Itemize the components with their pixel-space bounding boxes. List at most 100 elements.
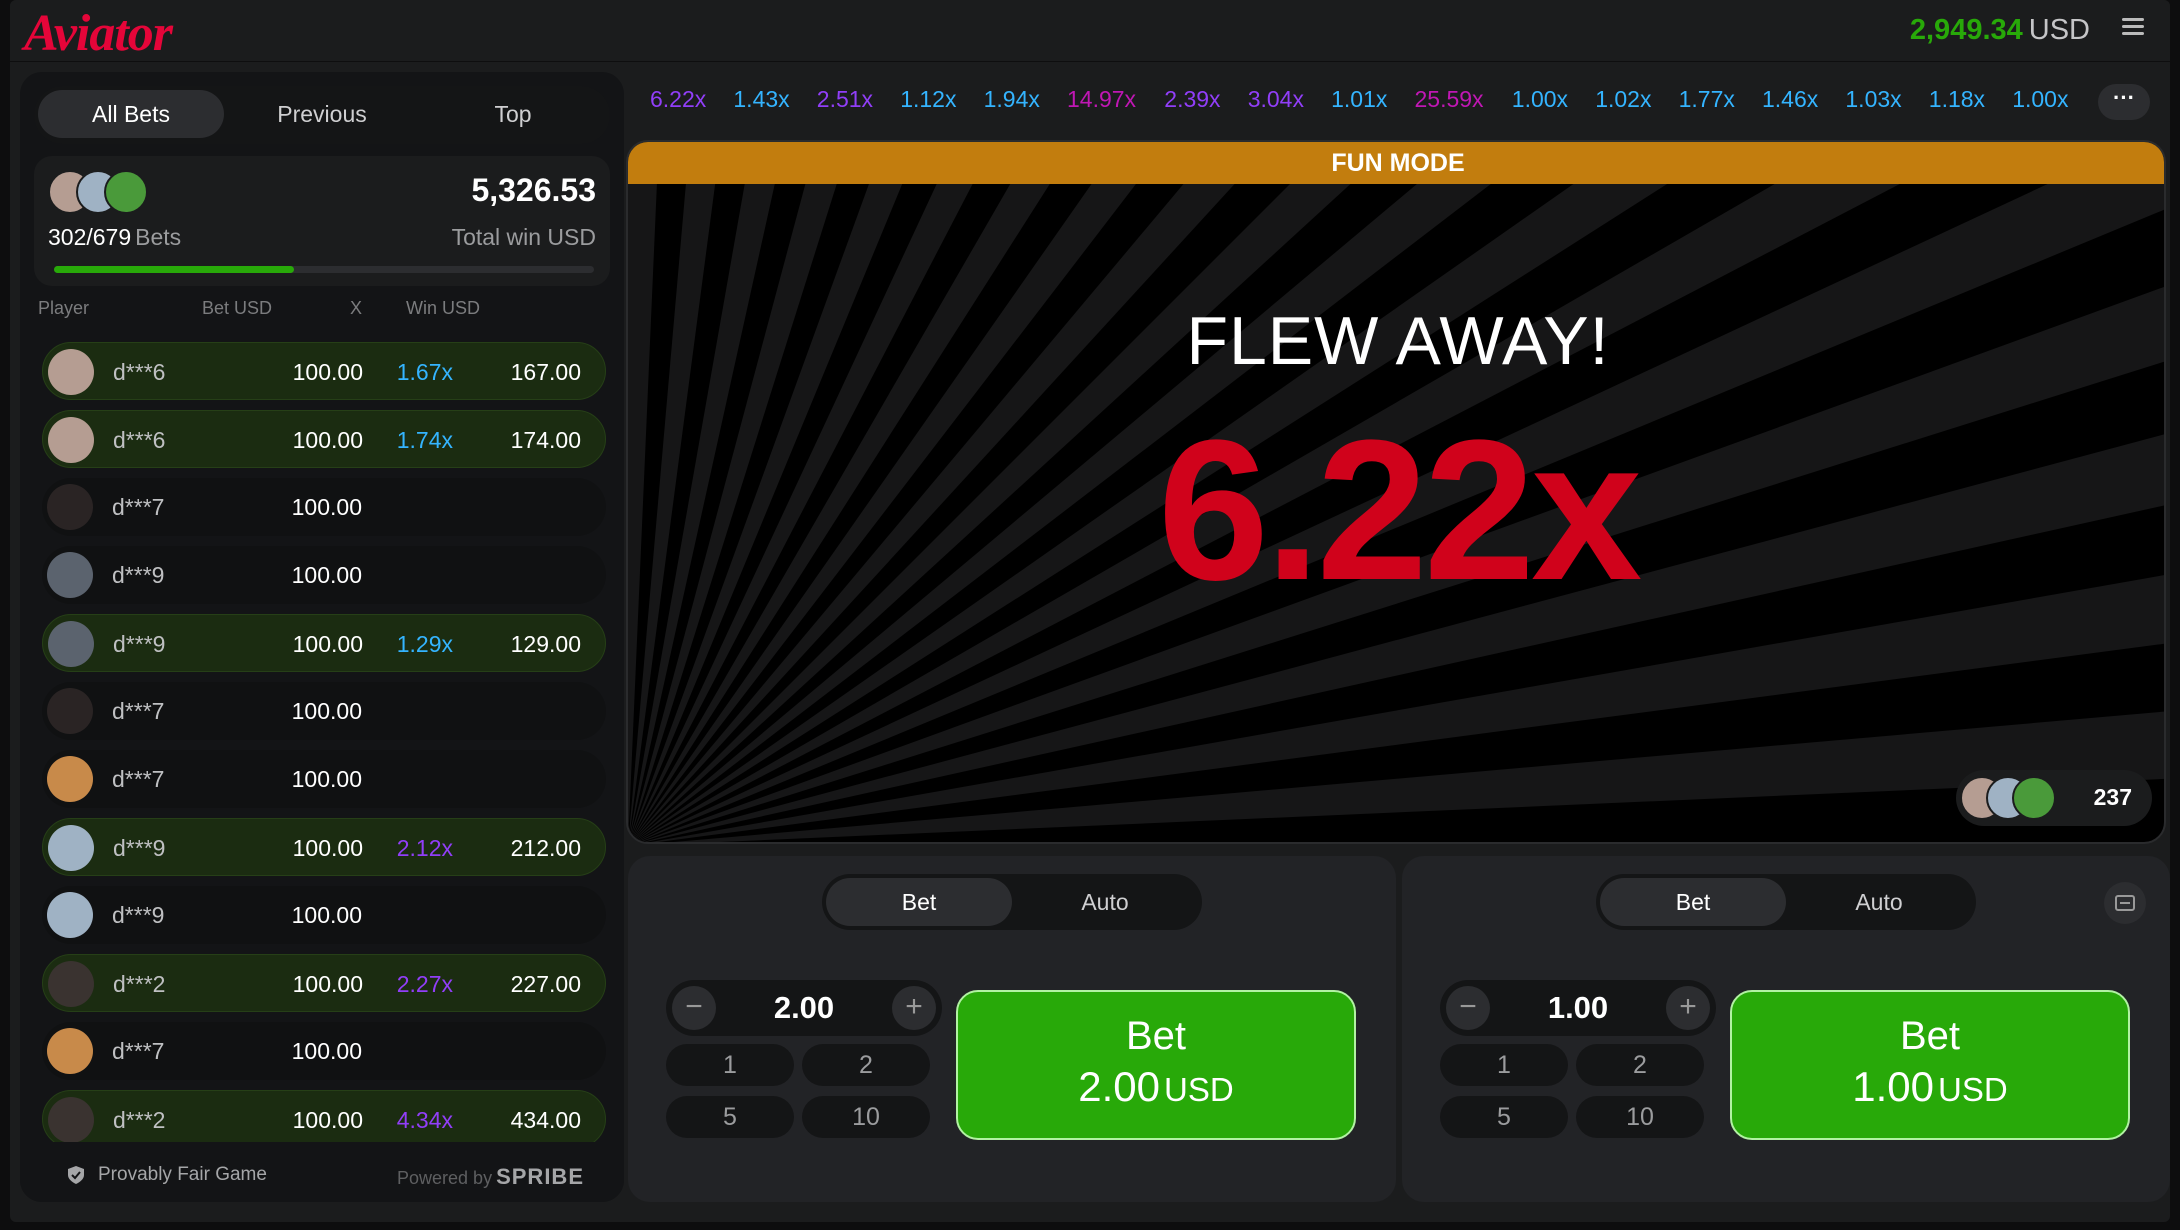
player-name: d***9: [112, 562, 165, 588]
tab-bet[interactable]: Bet: [826, 878, 1012, 926]
bets-progress-bar: [54, 266, 594, 273]
bet-amount: 100.00: [291, 766, 362, 792]
history-multiplier: 2.51x: [816, 86, 874, 112]
balance-currency: USD: [2028, 14, 2090, 46]
flew-away-text: FLEW AWAY!: [1186, 303, 1610, 379]
player-name: d***6: [113, 359, 166, 385]
balance-display: 2,949.34 USD: [1910, 14, 2090, 47]
history-multiplier: 1.12x: [900, 86, 957, 112]
bets-summary: 302/679 Bets 5,326.53 Total win USD: [34, 156, 610, 286]
bet-row: d***9 100.00 1.29x 129.00: [42, 614, 606, 672]
avatar: [47, 756, 93, 802]
history-multiplier: 1.03x: [1845, 86, 1902, 112]
history-multiplier: 1.94x: [983, 86, 1040, 112]
online-count: 237: [2093, 784, 2132, 810]
tab-auto[interactable]: Auto: [1786, 878, 1972, 926]
avatar: [48, 349, 94, 395]
hamburger-menu-icon[interactable]: [2122, 14, 2144, 40]
cashout-multiplier: 1.74x: [396, 427, 453, 453]
column-bet: Bet USD: [202, 298, 273, 318]
bet-amount-input[interactable]: 1.00: [1490, 990, 1666, 1026]
bettor-avatars: [48, 170, 168, 214]
history-more-button[interactable]: ···: [2098, 84, 2150, 120]
quick-amount-2[interactable]: 2: [1576, 1044, 1704, 1086]
bet-row: d***7 100.00: [42, 1022, 606, 1080]
bets-count-label: Bets: [135, 224, 182, 250]
total-win-value: 5,326.53: [471, 172, 596, 208]
increase-icon[interactable]: +: [1666, 986, 1710, 1030]
tab-bet[interactable]: Bet: [1600, 878, 1786, 926]
powered-by-label: Powered by: [397, 1168, 493, 1188]
tab-auto[interactable]: Auto: [1012, 878, 1198, 926]
player-name: d***7: [112, 494, 165, 520]
win-amount: 434.00: [510, 1107, 581, 1133]
online-players: 237: [1956, 770, 2152, 826]
quick-amount-10[interactable]: 10: [802, 1096, 930, 1138]
bet-row: d***7 100.00: [42, 478, 606, 536]
bet-amount: 100.00: [291, 698, 362, 724]
bet-amount: 100.00: [292, 359, 363, 385]
quick-amount-1[interactable]: 1: [1440, 1044, 1568, 1086]
quick-amount-5[interactable]: 5: [666, 1096, 794, 1138]
quick-amount-5[interactable]: 5: [1440, 1096, 1568, 1138]
win-amount: 129.00: [510, 631, 581, 657]
decrease-icon[interactable]: −: [1446, 986, 1490, 1030]
avatar: [47, 552, 93, 598]
column-player: Player: [38, 298, 90, 318]
bet-row: d***9 100.00: [42, 886, 606, 944]
bets-table-header: Player Bet USD X Win USD: [34, 298, 624, 328]
player-name: d***7: [112, 1038, 165, 1064]
balance-amount: 2,949.34: [1909, 14, 2023, 46]
bet-amount: 100.00: [292, 971, 363, 997]
provably-fair-link[interactable]: Provably Fair Game: [98, 1164, 267, 1186]
player-name: d***6: [113, 427, 166, 453]
bet-row: d***7 100.00: [42, 682, 606, 740]
place-bet-button[interactable]: Bet 1.00 USD: [1730, 990, 2130, 1140]
bets-table-body: d***6 100.00 1.67x 167.00 d***6 100.00 1.74x 17…: [42, 342, 606, 1142]
column-multiplier: X: [350, 298, 363, 318]
bet-amount: 100.00: [291, 494, 362, 520]
player-name: d***9: [113, 631, 166, 657]
player-name: d***9: [112, 902, 165, 928]
cashout-multiplier: 2.27x: [396, 971, 453, 997]
shield-icon: [68, 1166, 84, 1184]
bet-row: d***2 100.00 2.27x 227.00: [42, 954, 606, 1012]
column-win: Win USD: [406, 298, 481, 318]
bet-button-label: Bet: [1899, 1014, 1961, 1058]
powered-by: Powered by SPRIBE: [397, 1164, 584, 1190]
cashout-multiplier: 1.67x: [396, 359, 453, 385]
bet-row: d***2 100.00 4.34x 434.00: [42, 1090, 606, 1142]
bet-button-amount: 1.00: [1852, 1063, 1935, 1110]
crash-multiplier: 6.22x: [1157, 399, 1643, 622]
quick-amount-1[interactable]: 1: [666, 1044, 794, 1086]
quick-amount-2[interactable]: 2: [802, 1044, 930, 1086]
win-amount: 167.00: [510, 359, 581, 385]
tab-top[interactable]: Top: [420, 90, 606, 138]
avatar: [48, 621, 94, 667]
remove-panel-icon[interactable]: [2104, 882, 2146, 924]
quick-amount-10[interactable]: 10: [1576, 1096, 1704, 1138]
history-multiplier: 1.43x: [733, 86, 790, 112]
bet-mode-tabs: Bet Auto: [822, 874, 1202, 930]
fun-mode-banner: FUN MODE: [628, 142, 2164, 184]
bet-amount-input[interactable]: 2.00: [716, 990, 892, 1026]
bet-amount: 100.00: [292, 631, 363, 657]
history-multiplier: 1.18x: [1928, 86, 1986, 112]
increase-icon[interactable]: +: [892, 986, 936, 1030]
history-multiplier: 1.46x: [1762, 86, 1819, 112]
bet-amount: 100.00: [291, 902, 362, 928]
bets-progress-fill: [54, 266, 295, 273]
spribe-logo: SPRIBE: [496, 1164, 584, 1189]
top-bar: Aviator 2,949.34 USD: [10, 0, 2170, 62]
bet-button-amount-line: 1.00 USD: [1732, 1063, 2128, 1111]
bets-panel-footer: Provably Fair Game Powered by SPRIBE: [20, 1150, 624, 1202]
place-bet-button[interactable]: Bet 2.00 USD: [956, 990, 1356, 1140]
decrease-icon[interactable]: −: [672, 986, 716, 1030]
bet-amount: 100.00: [292, 835, 363, 861]
tab-previous[interactable]: Previous: [229, 90, 415, 138]
multiplier-history: 6.22x 1.43x 2.51x 1.12x 1.94x 14.97x 2.39x 3.04…: [650, 86, 2090, 120]
cashout-multiplier: 2.12x: [396, 835, 453, 861]
bet-button-currency: USD: [1938, 1071, 2008, 1108]
bet-button-currency: USD: [1164, 1071, 1234, 1108]
tab-all-bets[interactable]: All Bets: [38, 90, 224, 138]
